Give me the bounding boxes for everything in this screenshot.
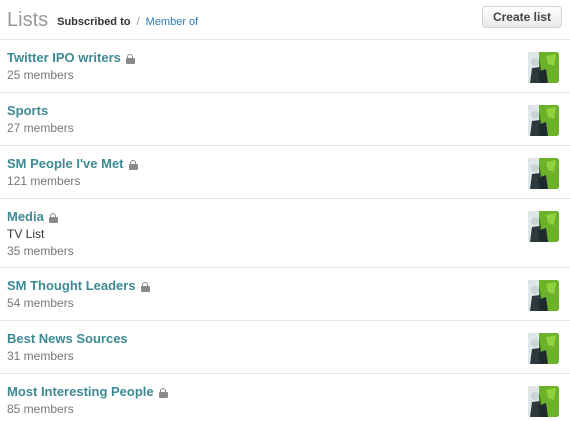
list-name-link[interactable]: SM Thought Leaders <box>7 278 136 294</box>
avatar[interactable] <box>528 333 559 364</box>
tab-member-of[interactable]: Member of <box>146 16 199 28</box>
list-member-count: 85 members <box>7 402 74 416</box>
lock-icon <box>128 159 138 170</box>
list-name-link[interactable]: Media <box>7 209 44 225</box>
avatar[interactable] <box>528 52 559 83</box>
list-member-count: 31 members <box>7 349 74 363</box>
create-list-button[interactable]: Create list <box>481 6 562 28</box>
list-name-row: SM People I've Met <box>7 156 510 172</box>
avatar[interactable] <box>528 158 559 189</box>
lock-icon <box>158 387 168 398</box>
lists-list: Twitter IPO writers 25 members Sports 27 me… <box>0 40 570 421</box>
avatar[interactable] <box>528 280 559 311</box>
list-member-count: 27 members <box>7 121 74 135</box>
list-member-count: 35 members <box>7 244 74 258</box>
list-item: Most Interesting People 85 members <box>0 374 570 421</box>
list-description: TV List <box>7 227 45 241</box>
lock-icon <box>140 281 150 292</box>
list-name-row: Sports <box>7 103 510 119</box>
tab-separator: / <box>136 16 140 28</box>
list-name-row: Media <box>7 209 510 225</box>
list-item: SM People I've Met 121 members <box>0 146 570 199</box>
list-item: Media TV List 35 members <box>0 199 570 268</box>
list-name-row: Twitter IPO writers <box>7 50 510 66</box>
list-name-row: Most Interesting People <box>7 384 510 400</box>
page-title: Lists <box>7 9 49 31</box>
list-item: Best News Sources 31 members <box>0 321 570 374</box>
avatar[interactable] <box>528 211 559 242</box>
list-member-count: 121 members <box>7 174 81 188</box>
tab-subscribed-to[interactable]: Subscribed to <box>57 16 130 28</box>
lock-icon <box>48 212 58 223</box>
list-name-link[interactable]: SM People I've Met <box>7 156 124 172</box>
lists-header: Lists Subscribed to / Member of Create l… <box>0 0 570 40</box>
list-name-row: Best News Sources <box>7 331 510 347</box>
list-item: SM Thought Leaders 54 members <box>0 268 570 321</box>
list-item: Sports 27 members <box>0 93 570 146</box>
list-name-link[interactable]: Sports <box>7 103 48 119</box>
lock-icon <box>125 53 135 64</box>
list-tabs: Subscribed to / Member of <box>57 15 198 30</box>
list-member-count: 54 members <box>7 296 74 310</box>
avatar[interactable] <box>528 105 559 136</box>
list-name-link[interactable]: Most Interesting People <box>7 384 154 400</box>
list-item: Twitter IPO writers 25 members <box>0 40 570 93</box>
list-name-link[interactable]: Twitter IPO writers <box>7 50 121 66</box>
list-name-link[interactable]: Best News Sources <box>7 331 128 347</box>
list-name-row: SM Thought Leaders <box>7 278 510 294</box>
list-member-count: 25 members <box>7 68 74 82</box>
avatar[interactable] <box>528 386 559 417</box>
